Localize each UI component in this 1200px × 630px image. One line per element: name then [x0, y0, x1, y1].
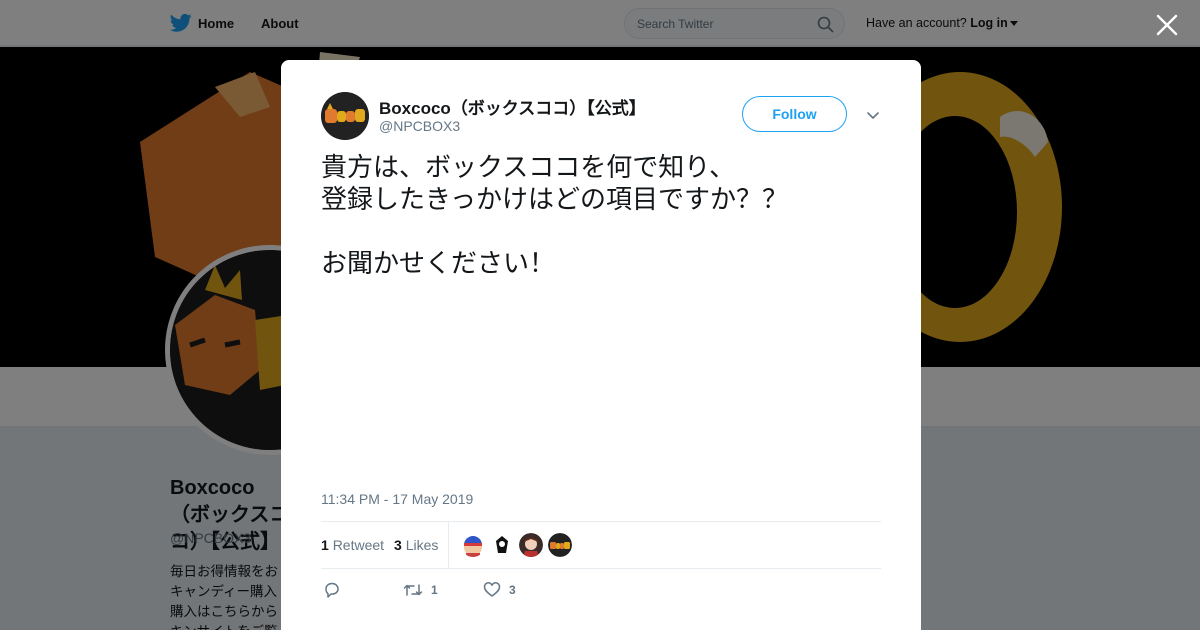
retweet-stat[interactable]: 1 Retweet	[321, 537, 384, 553]
author-name[interactable]: Boxcoco（ボックスココ）【公式】	[379, 94, 646, 119]
author-avatar[interactable]	[321, 92, 369, 140]
chevron-down-icon[interactable]	[866, 108, 880, 122]
follow-button[interactable]: Follow	[742, 96, 847, 132]
liker-avatar[interactable]	[548, 533, 572, 557]
author-handle[interactable]: @NPCBOX3	[379, 118, 460, 134]
retweet-stat-count: 1	[321, 537, 329, 553]
likes-stat-label: Likes	[405, 537, 439, 553]
liker-avatars	[461, 533, 572, 557]
likes-stat-count: 3	[394, 537, 402, 553]
like-button[interactable]: 3	[483, 581, 516, 598]
heart-icon	[483, 582, 501, 597]
author-avatar-logo	[321, 92, 369, 140]
tweet-text: 貴方は、ボックスココを何で知り、 登録したきっかけはどの項目ですか？？ お聞かせ…	[321, 153, 788, 279]
likes-stat[interactable]: 3 Likes	[394, 537, 438, 553]
close-icon[interactable]	[1154, 12, 1180, 38]
like-action-count: 3	[509, 582, 516, 597]
tweet-stats: 1 Retweet 3 Likes	[321, 521, 881, 569]
tweet-permalink-modal: Boxcoco（ボックスココ）【公式】 @NPCBOX3 Follow 貴方は、…	[281, 60, 921, 630]
tweet-timestamp[interactable]: 11:34 PM - 17 May 2019	[321, 491, 473, 507]
retweet-stat-label: Retweet	[332, 537, 385, 553]
retweet-icon	[403, 584, 423, 596]
reply-icon	[325, 582, 339, 598]
retweet-button[interactable]: 1	[403, 581, 438, 599]
liker-avatar[interactable]	[519, 533, 543, 557]
retweet-action-count: 1	[431, 583, 438, 597]
stats-divider	[448, 522, 449, 569]
tweet-actions: 1 3	[321, 578, 881, 602]
liker-avatar[interactable]	[461, 533, 485, 557]
reply-button[interactable]	[323, 581, 341, 599]
liker-avatar[interactable]	[490, 533, 514, 557]
